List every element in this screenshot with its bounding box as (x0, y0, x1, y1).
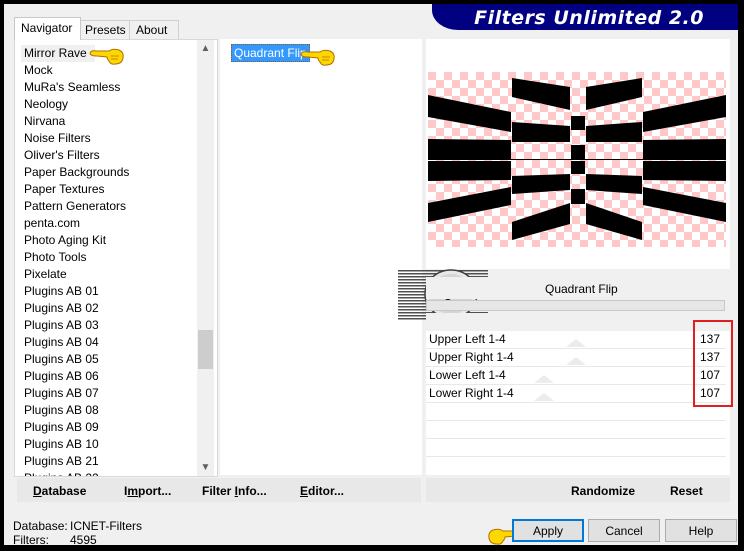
category-scrollbar[interactable]: ▲ ▼ (197, 40, 214, 476)
filter-list-panel: Quadrant Flip (220, 39, 422, 475)
settings-header (426, 313, 730, 331)
right-button-bar: Randomize Reset (426, 478, 730, 502)
tab-navigator[interactable]: Navigator (14, 17, 81, 40)
filters-count-value: 4595 (70, 533, 97, 547)
preview-band (571, 161, 585, 174)
slider-thumb[interactable] (566, 339, 587, 347)
category-item[interactable]: Plugins AB 05 (24, 351, 99, 368)
param-row[interactable]: Lower Right 1-4 107 (426, 385, 726, 403)
import-button[interactable]: Import... (124, 484, 171, 498)
help-button[interactable]: Help (665, 519, 737, 542)
category-item[interactable]: Plugins AB 10 (24, 436, 99, 453)
scroll-down-icon[interactable]: ▼ (197, 459, 214, 476)
preview-band (571, 189, 585, 204)
slider-thumb[interactable] (566, 357, 587, 365)
category-item[interactable]: Photo Tools (24, 249, 87, 266)
empty-param-row (426, 403, 726, 421)
category-item[interactable]: Plugins AB 03 (24, 317, 99, 334)
filters-count-label: Filters: (13, 533, 49, 547)
cancel-button[interactable]: Cancel (588, 519, 660, 542)
category-list-panel: Mirror Rave Mock MuRa's Seamless Neology Nir… (14, 39, 218, 477)
category-item[interactable]: Plugins AB 22 (24, 470, 99, 476)
category-item[interactable]: Photo Aging Kit (24, 232, 106, 249)
progress-bar (426, 300, 725, 311)
param-label: Upper Left 1-4 (429, 332, 506, 346)
preview-band (428, 161, 511, 181)
category-item[interactable]: MuRa's Seamless (24, 79, 120, 96)
param-row[interactable]: Upper Right 1-4 137 (426, 349, 726, 367)
tab-presets[interactable]: Presets (78, 20, 130, 39)
category-item[interactable]: Nirvana (24, 113, 65, 130)
filter-item-quadrant-flip[interactable]: Quadrant Flip (231, 44, 310, 62)
slider-thumb[interactable] (533, 393, 554, 401)
preview-band (643, 139, 726, 159)
tab-about[interactable]: About (129, 20, 179, 39)
randomize-button[interactable]: Randomize (571, 484, 635, 498)
category-item[interactable]: Pixelate (24, 266, 67, 283)
param-label: Upper Right 1-4 (429, 350, 514, 364)
reset-button[interactable]: Reset (670, 484, 703, 498)
category-item[interactable]: Oliver's Filters (24, 147, 100, 164)
apply-button[interactable]: Apply (512, 519, 584, 542)
scroll-thumb[interactable] (198, 330, 213, 369)
title-banner: Filters Unlimited 2.0 (432, 4, 738, 30)
preview-band (571, 116, 585, 130)
empty-param-row (426, 421, 726, 439)
left-button-bar: Database Import... Filter Info... Editor… (17, 478, 421, 502)
slider-thumb[interactable] (533, 375, 554, 383)
settings-filter-name: Quadrant Flip (545, 282, 618, 296)
settings-area: Upper Left 1-4 137 Upper Right 1-4 137 Lower… (426, 331, 730, 475)
param-row[interactable]: Lower Left 1-4 107 (426, 367, 726, 385)
category-item[interactable]: Plugins AB 01 (24, 283, 99, 300)
preview-band (571, 145, 585, 159)
highlight-annotation (693, 320, 733, 407)
preview-image (428, 72, 726, 247)
param-row[interactable]: Upper Left 1-4 137 (426, 331, 726, 349)
database-button[interactable]: Database (33, 484, 86, 498)
category-item[interactable]: Plugins AB 09 (24, 419, 99, 436)
category-item[interactable]: Plugins AB 04 (24, 334, 99, 351)
category-item[interactable]: Plugins AB 02 (24, 300, 99, 317)
pointing-hand-icon (300, 49, 335, 66)
empty-param-row (426, 439, 726, 457)
category-item[interactable]: penta.com (24, 215, 80, 232)
category-item[interactable]: Paper Textures (24, 181, 105, 198)
filter-info-button[interactable]: Filter Info... (202, 484, 267, 498)
category-item[interactable]: Pattern Generators (24, 198, 126, 215)
app-title: Filters Unlimited 2.0 (474, 7, 704, 29)
preview-band (643, 161, 726, 181)
scroll-up-icon[interactable]: ▲ (197, 40, 214, 57)
category-item[interactable]: Paper Backgrounds (24, 164, 129, 181)
category-list[interactable]: Mirror Rave Mock MuRa's Seamless Neology Nir… (15, 40, 197, 476)
param-label: Lower Left 1-4 (429, 368, 506, 382)
preview-panel (426, 39, 730, 269)
database-value: ICNET-Filters (70, 519, 142, 533)
param-label: Lower Right 1-4 (429, 386, 514, 400)
category-item[interactable]: Neology (24, 96, 68, 113)
category-item[interactable]: Mock (24, 62, 53, 79)
database-label: Database: (13, 519, 68, 533)
category-item[interactable]: Mirror Rave (21, 45, 95, 62)
category-item[interactable]: Plugins AB 21 (24, 453, 99, 470)
preview-band (428, 139, 511, 159)
category-item[interactable]: Plugins AB 07 (24, 385, 99, 402)
pointing-hand-icon (89, 48, 124, 65)
category-item[interactable]: Noise Filters (24, 130, 91, 147)
category-item[interactable]: Plugins AB 08 (24, 402, 99, 419)
editor-button[interactable]: Editor... (300, 484, 344, 498)
category-item[interactable]: Plugins AB 06 (24, 368, 99, 385)
